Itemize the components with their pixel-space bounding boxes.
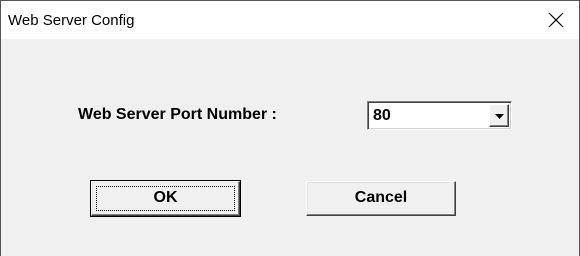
dialog-body: Web Server Port Number : 80 OK Cancel [1, 39, 579, 256]
cancel-button-label: Cancel [354, 189, 408, 206]
ok-button-label: OK [153, 189, 178, 206]
dropdown-button[interactable] [489, 104, 509, 127]
port-number-value: 80 [373, 107, 391, 124]
chevron-down-icon [495, 114, 504, 119]
dialog-window: Web Server Config Web Server Port Number… [0, 0, 580, 256]
window-title: Web Server Config [8, 12, 135, 29]
cancel-button[interactable]: Cancel [306, 181, 456, 216]
close-button[interactable] [533, 1, 579, 39]
ok-button[interactable]: OK [90, 180, 241, 217]
close-icon [548, 12, 564, 28]
port-number-label: Web Server Port Number : [78, 106, 277, 123]
port-number-combobox[interactable]: 80 [367, 101, 512, 130]
title-bar[interactable]: Web Server Config [1, 1, 579, 39]
